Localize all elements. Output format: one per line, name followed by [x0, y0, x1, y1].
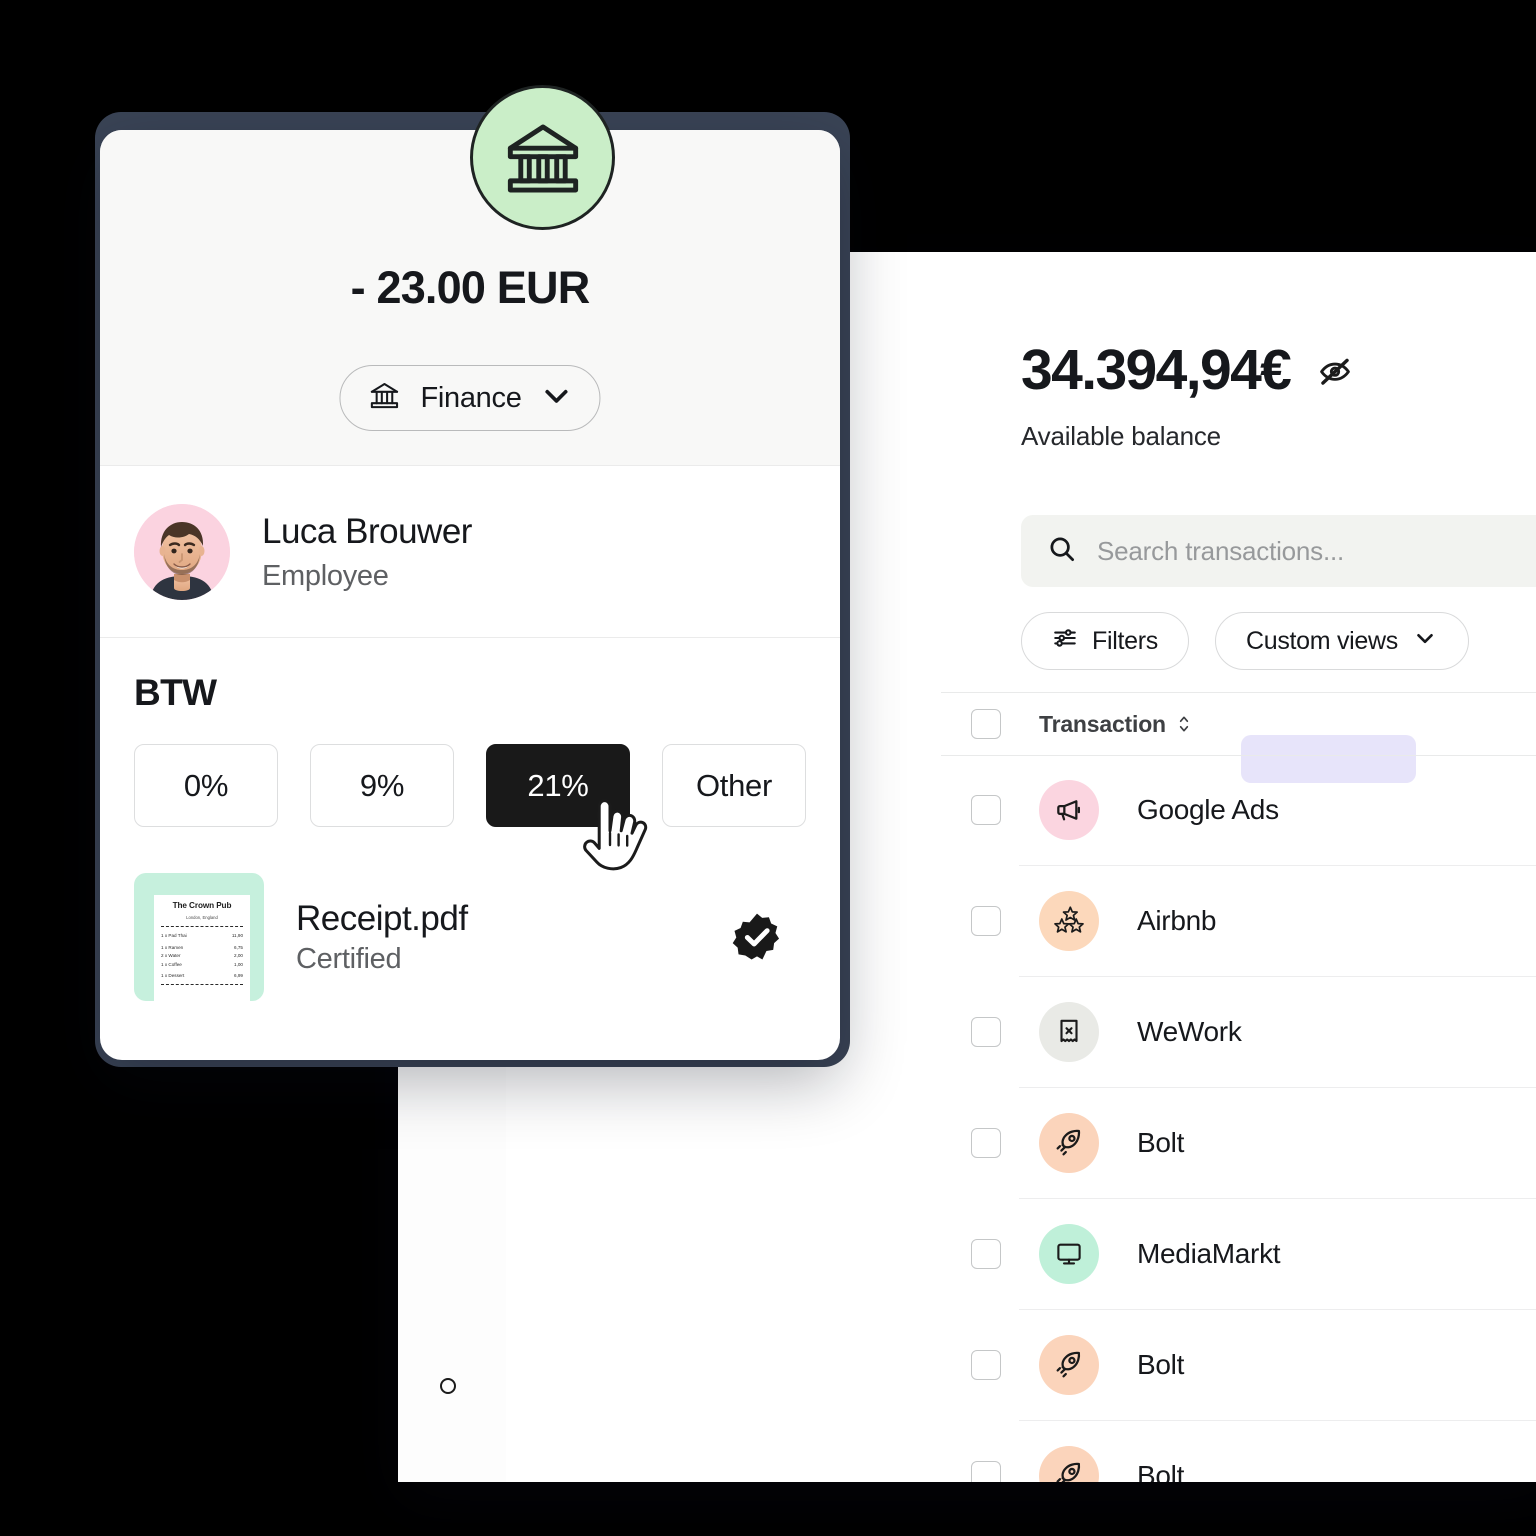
- row-checkbox[interactable]: [971, 1238, 1001, 1269]
- receipt-divider: [161, 926, 243, 927]
- screenshot-stage: 34.394,94€ Available balance Search tran…: [0, 0, 1536, 1536]
- employee-row: Luca Brouwer Employee: [100, 466, 840, 638]
- transaction-name: Bolt: [1137, 1348, 1185, 1380]
- receipt-item: 1 x Coffee 1,00: [161, 962, 243, 967]
- receipt-item-label: 1 x Ramen: [161, 944, 184, 950]
- sidebar-circle-icon[interactable]: [440, 1378, 456, 1394]
- sliders-icon: [1052, 625, 1078, 658]
- transactions-table-header: Transaction: [941, 692, 1536, 756]
- employee-name: Luca Brouwer: [262, 512, 472, 552]
- row-checkbox[interactable]: [971, 794, 1001, 825]
- receipt-item: 1 x Dessert 6,99: [161, 973, 243, 978]
- receipt-item-label: 1 x Dessert: [161, 973, 185, 978]
- table-row[interactable]: Bolt: [941, 1087, 1536, 1198]
- receipt-preview: The Crown Pub London, England 1 x Pad Th…: [154, 895, 250, 1001]
- filter-toolbar: Filters Custom views: [1021, 612, 1469, 670]
- vat-title: BTW: [134, 672, 217, 713]
- attachment-row: The Crown Pub London, England 1 x Pad Th…: [100, 827, 840, 1001]
- table-row[interactable]: Bolt: [941, 1309, 1536, 1420]
- search-transactions-field[interactable]: Search transactions...: [1021, 515, 1536, 587]
- rocket-icon: [1039, 1112, 1099, 1173]
- available-balance-amount: 34.394,94€: [1021, 338, 1292, 402]
- certified-check-icon[interactable]: [730, 910, 784, 964]
- receipt-item: 2 x Water 2,00: [161, 953, 243, 958]
- row-checkbox[interactable]: [971, 1016, 1001, 1047]
- row-checkbox[interactable]: [971, 1460, 1001, 1482]
- transaction-amount: - 23.00 EUR: [350, 262, 591, 313]
- monitor-icon: [1039, 1223, 1099, 1284]
- select-all-checkbox[interactable]: [971, 709, 1001, 739]
- detail-card-header: - 23.00 EUR Finance: [100, 130, 840, 466]
- column-header-transaction: Transaction: [1039, 710, 1166, 737]
- table-row[interactable]: Airbnb: [941, 865, 1536, 976]
- row-checkbox[interactable]: [971, 905, 1001, 936]
- vat-option-other[interactable]: Other: [662, 744, 806, 827]
- eye-off-icon[interactable]: [1314, 350, 1356, 392]
- table-row[interactable]: WeWork: [941, 976, 1536, 1087]
- category-label: Finance: [420, 381, 522, 414]
- vat-options: 0% 9% 21% Other: [134, 744, 806, 871]
- receipt-merchant: The Crown Pub: [172, 901, 232, 910]
- receipt-item-label: 2 x Water: [161, 953, 181, 958]
- filters-button[interactable]: Filters: [1021, 612, 1189, 670]
- table-row[interactable]: Bolt: [941, 1420, 1536, 1482]
- receipt-item: 1 x Ramen 6,75: [161, 945, 243, 950]
- search-icon: [1047, 534, 1077, 569]
- receipt-item-price: 6,99: [234, 973, 243, 978]
- transaction-name: MediaMarkt: [1137, 1237, 1281, 1269]
- employee-role: Employee: [262, 559, 389, 592]
- custom-views-button[interactable]: Custom views: [1214, 612, 1469, 670]
- receipt-thumbnail[interactable]: The Crown Pub London, England 1 x Pad Th…: [134, 873, 264, 1001]
- receipt-x-icon: [1039, 1001, 1099, 1062]
- receipt-divider: [161, 984, 243, 985]
- receipt-item-price: 11,90: [231, 933, 243, 938]
- filters-button-label: Filters: [1092, 626, 1158, 655]
- sort-updown-icon[interactable]: [1176, 714, 1192, 734]
- vat-section: BTW 0% 9% 21% Other: [100, 638, 840, 871]
- vat-option-9[interactable]: 9%: [310, 744, 454, 827]
- row-checkbox[interactable]: [971, 1349, 1001, 1380]
- receipt-location: London, England: [186, 915, 218, 920]
- transaction-name: WeWork: [1137, 1015, 1242, 1047]
- transaction-name: Bolt: [1137, 1459, 1185, 1483]
- attachment-info: Receipt.pdf Certified: [296, 899, 730, 976]
- bank-icon: [366, 378, 402, 419]
- attachment-status: Certified: [296, 942, 402, 975]
- megaphone-icon: [1039, 779, 1099, 840]
- custom-views-button-label: Custom views: [1245, 626, 1398, 655]
- receipt-item-label: 1 x Coffee: [161, 961, 182, 967]
- table-row[interactable]: Google Ads: [941, 754, 1536, 865]
- receipt-item: 1 x Pad Thai 11,90: [161, 933, 243, 938]
- transaction-detail-card: - 23.00 EUR Finance Luca Brouwer Employe…: [100, 130, 840, 1060]
- chevron-down-icon: [540, 379, 574, 418]
- rocket-icon: [1039, 1334, 1099, 1395]
- stars-icon: [1039, 890, 1099, 951]
- row-checkbox[interactable]: [971, 1127, 1001, 1158]
- search-placeholder-text: Search transactions...: [1097, 535, 1345, 566]
- receipt-item-price: 1,00: [234, 961, 243, 967]
- balance-block: 34.394,94€ Available balance: [1021, 342, 1536, 452]
- employee-info: Luca Brouwer Employee: [262, 510, 472, 593]
- table-row[interactable]: MediaMarkt: [941, 1198, 1536, 1309]
- attachment-filename: Receipt.pdf: [296, 898, 468, 938]
- chevron-down-icon: [1412, 625, 1438, 658]
- transaction-name: Google Ads: [1137, 793, 1279, 825]
- category-dropdown[interactable]: Finance: [339, 365, 601, 431]
- transaction-name: Bolt: [1137, 1126, 1185, 1158]
- vat-option-21[interactable]: 21%: [486, 744, 630, 827]
- receipt-item-price: 6,75: [234, 944, 243, 950]
- bank-building-icon: [470, 85, 615, 230]
- vat-option-0[interactable]: 0%: [134, 744, 278, 827]
- receipt-item-label: 1 x Pad Thai: [161, 933, 187, 938]
- rocket-icon: [1039, 1445, 1099, 1482]
- transaction-name: Airbnb: [1137, 904, 1217, 936]
- available-balance-label: Available balance: [1021, 421, 1221, 451]
- transactions-table-body: Google Ads Airbnb WeWork Bolt MediaMarkt…: [941, 754, 1536, 1482]
- avatar: [134, 503, 230, 600]
- receipt-item-price: 2,00: [234, 953, 243, 958]
